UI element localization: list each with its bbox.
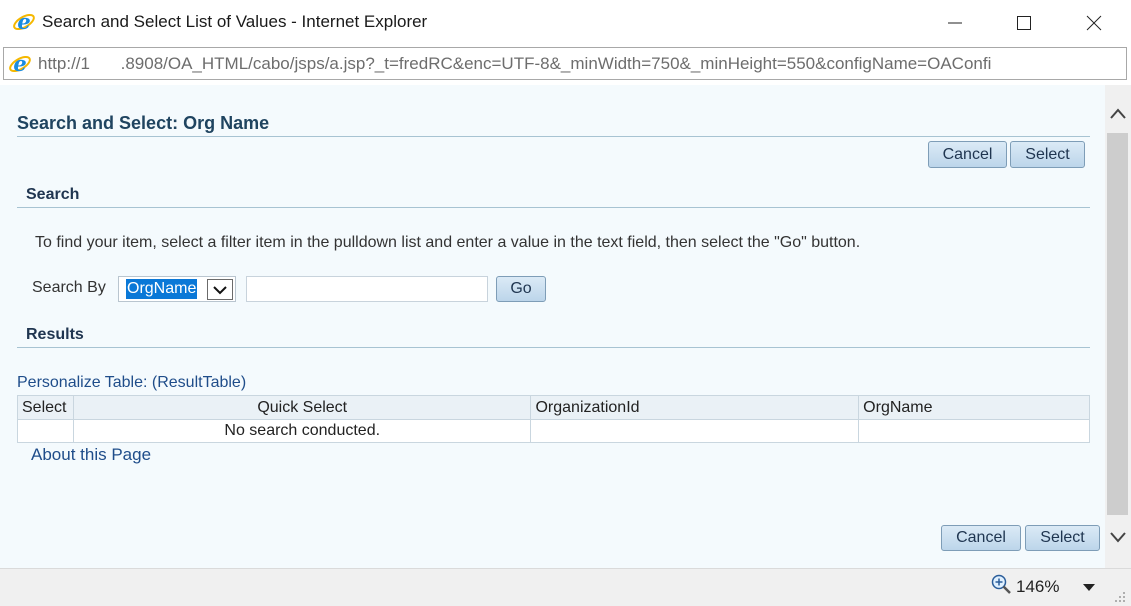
internet-explorer-icon: e: [13, 10, 35, 34]
search-by-label: Search By: [32, 279, 106, 296]
zoom-level[interactable]: 146%: [1016, 577, 1059, 597]
scroll-down-icon[interactable]: [1109, 530, 1127, 544]
page-title: Search and Select: Org Name: [17, 113, 270, 133]
search-by-selected-value: OrgName: [126, 279, 198, 299]
table-row: No search conducted.: [17, 419, 1090, 443]
scroll-up-icon[interactable]: [1109, 107, 1127, 121]
results-divider: [17, 347, 1090, 348]
about-this-page-link[interactable]: About this Page: [31, 445, 151, 465]
maximize-button[interactable]: [1004, 8, 1044, 38]
resize-grip-icon[interactable]: [1114, 591, 1126, 603]
window-titlebar: e Search and Select List of Values - Int…: [0, 0, 1131, 44]
close-icon: [1086, 15, 1102, 31]
personalize-table-link[interactable]: Personalize Table: (ResultTable): [17, 374, 246, 392]
cancel-button-bottom[interactable]: Cancel: [941, 525, 1021, 551]
search-instructions: To find your item, select a filter item …: [35, 234, 861, 251]
table-header-row: Select Quick Select OrganizationId OrgNa…: [17, 395, 1090, 420]
svg-text:e: e: [17, 10, 30, 34]
status-bar: 146%: [0, 568, 1131, 606]
search-divider: [17, 207, 1090, 208]
select-button-top[interactable]: Select: [1010, 141, 1085, 168]
close-button[interactable]: [1074, 8, 1114, 38]
zoom-dropdown-icon[interactable]: [1082, 583, 1096, 593]
dropdown-arrow-icon[interactable]: [207, 279, 233, 300]
results-table: Select Quick Select OrganizationId OrgNa…: [17, 395, 1090, 443]
go-button[interactable]: Go: [496, 276, 546, 302]
empty-results-message: No search conducted.: [72, 419, 532, 443]
table-cell-org-name: [858, 419, 1090, 443]
select-button-bottom[interactable]: Select: [1025, 525, 1100, 551]
cancel-button-top[interactable]: Cancel: [928, 141, 1007, 168]
column-header-organization-id[interactable]: OrganizationId: [530, 395, 860, 420]
address-bar[interactable]: e http://1 .8908/OA_HTML/cabo/jsps/a.jsp…: [3, 47, 1127, 80]
address-url[interactable]: http://1 .8908/OA_HTML/cabo/jsps/a.jsp?_…: [38, 54, 1122, 74]
table-cell-organization-id: [530, 419, 860, 443]
window-title: Search and Select List of Values - Inter…: [42, 12, 428, 31]
results-section-heading: Results: [26, 326, 84, 343]
scrollbar-thumb[interactable]: [1107, 133, 1128, 515]
minimize-button[interactable]: [935, 8, 975, 38]
vertical-scrollbar[interactable]: [1105, 85, 1131, 568]
svg-text:e: e: [13, 52, 26, 76]
search-by-select[interactable]: OrgName: [118, 276, 236, 302]
maximize-icon: [1017, 16, 1031, 30]
table-cell-select: [17, 419, 74, 443]
chevron-down-icon: [213, 285, 227, 294]
page-content: Search and Select: Org Name Cancel Selec…: [0, 85, 1105, 568]
column-header-org-name[interactable]: OrgName: [858, 395, 1090, 420]
column-header-quick-select[interactable]: Quick Select: [72, 395, 532, 420]
zoom-icon[interactable]: [990, 573, 1014, 597]
search-section-heading: Search: [26, 186, 80, 203]
internet-explorer-page-icon: e: [9, 52, 31, 76]
search-value-input[interactable]: [246, 276, 488, 302]
column-header-select[interactable]: Select: [17, 395, 74, 420]
minimize-icon: [948, 22, 962, 24]
title-divider: [17, 136, 1090, 137]
